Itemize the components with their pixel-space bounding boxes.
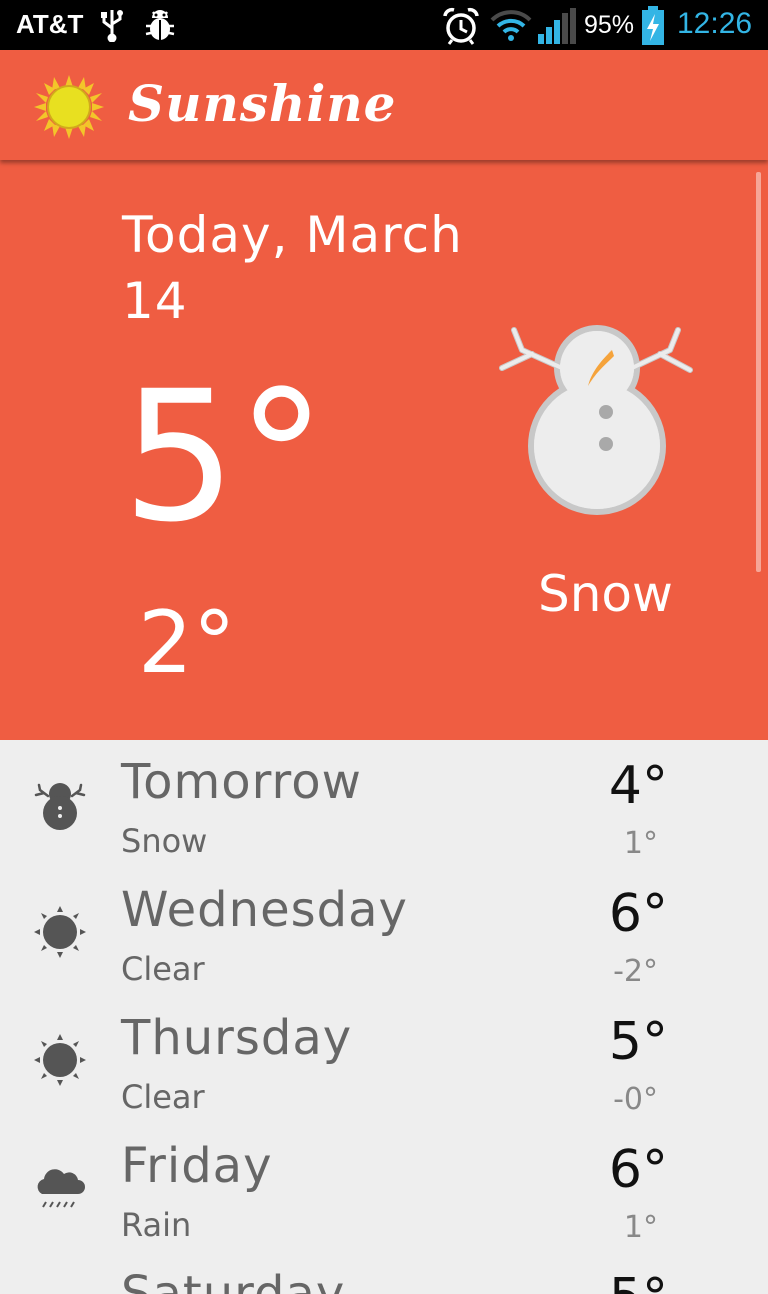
forecast-row-wednesday[interactable]: Wednesday Clear 6° -2°	[0, 870, 768, 998]
forecast-low-temp: -2°	[613, 954, 658, 989]
forecast-row-saturday[interactable]: Saturday 5°	[0, 1254, 768, 1294]
forecast-day: Wednesday	[121, 882, 408, 938]
clock: 12:26	[677, 7, 753, 40]
signal-icon	[538, 8, 578, 48]
usb-icon	[100, 8, 124, 46]
forecast-high-temp: 6°	[608, 1140, 668, 1200]
forecast-description: Snow	[121, 822, 208, 860]
clear-sun-icon	[34, 1034, 86, 1086]
battery-charging-icon	[641, 6, 665, 50]
forecast-high-temp: 6°	[608, 884, 668, 944]
debug-bug-icon	[143, 8, 177, 46]
forecast-low-temp: -0°	[613, 1082, 658, 1117]
forecast-day: Tomorrow	[121, 754, 362, 810]
forecast-description: Clear	[121, 950, 205, 988]
snowman-icon	[492, 308, 702, 522]
forecast-low-temp: 1°	[623, 826, 658, 861]
today-description: Snow	[538, 565, 673, 623]
snow-icon	[34, 778, 86, 830]
forecast-day: Friday	[121, 1138, 273, 1194]
scrollbar[interactable]	[756, 172, 761, 572]
clear-sun-icon	[34, 906, 86, 958]
forecast-row-friday[interactable]: Friday Rain 6° 1°	[0, 1126, 768, 1254]
status-bar: AT&T 95% 12:26	[0, 0, 768, 50]
forecast-day: Saturday	[121, 1266, 346, 1294]
forecast-high-temp: 5°	[608, 1012, 668, 1072]
forecast-row-thursday[interactable]: Thursday Clear 5° -0°	[0, 998, 768, 1126]
today-panel[interactable]: Today, March 14 5° 2° Snow	[0, 160, 768, 740]
wifi-icon	[490, 8, 532, 46]
forecast-list: Tomorrow Snow 4° 1° Wednesday Clear 6° -…	[0, 742, 768, 1294]
carrier-label: AT&T	[16, 9, 84, 39]
rain-cloud-icon	[34, 1162, 86, 1214]
forecast-description: Rain	[121, 1206, 192, 1244]
today-low-temp: 2°	[138, 593, 236, 693]
today-high-temp: 5°	[122, 353, 327, 562]
forecast-description: Clear	[121, 1078, 205, 1116]
battery-percent: 95%	[584, 11, 635, 39]
forecast-high-temp: 4°	[608, 756, 668, 816]
forecast-low-temp: 1°	[623, 1210, 658, 1245]
action-bar: Sunshine	[0, 50, 768, 160]
forecast-high-temp: 5°	[508, 1268, 668, 1294]
today-date: Today, March 14	[122, 206, 463, 330]
sun-icon[interactable]	[34, 75, 104, 143]
forecast-day: Thursday	[121, 1010, 353, 1066]
forecast-row-tomorrow[interactable]: Tomorrow Snow 4° 1°	[0, 742, 768, 870]
alarm-icon	[442, 7, 480, 49]
app-title: Sunshine	[128, 74, 397, 133]
